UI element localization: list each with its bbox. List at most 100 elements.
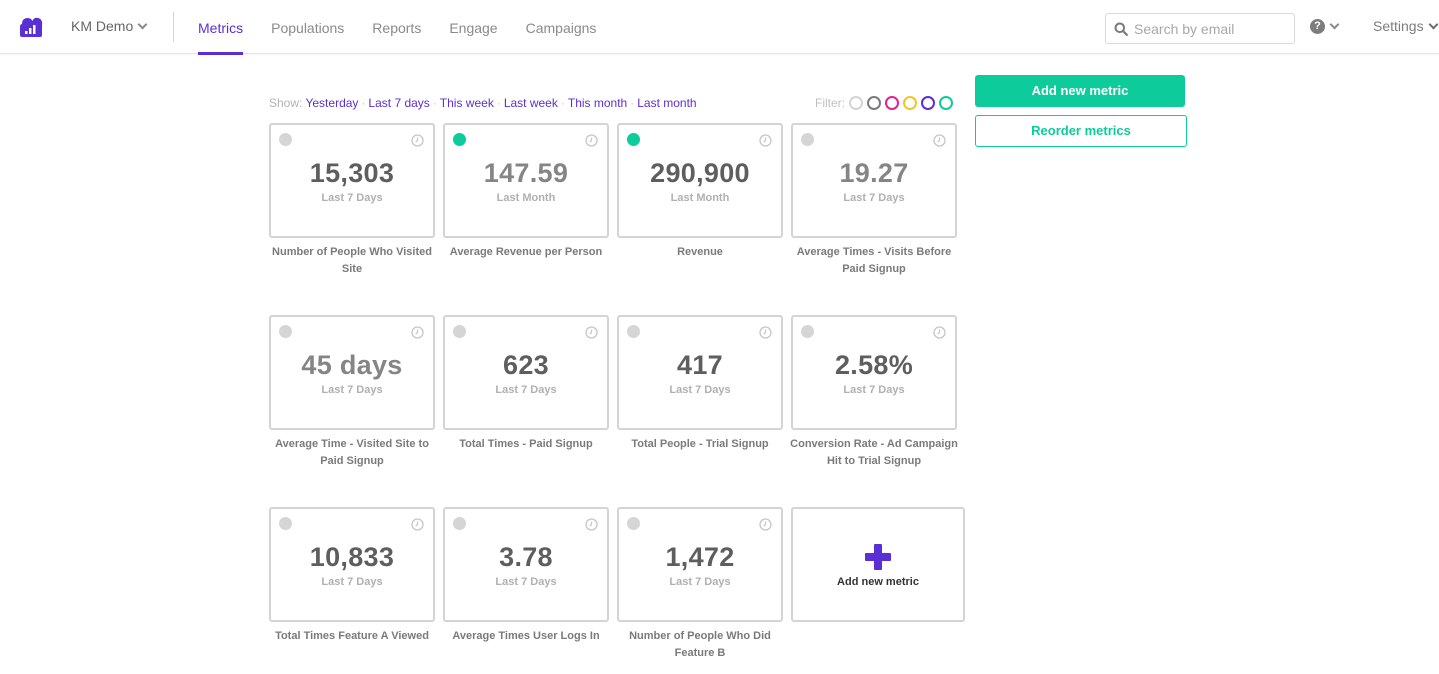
filter-green[interactable]	[939, 96, 953, 110]
filter-yellow[interactable]	[903, 96, 917, 110]
clock-icon[interactable]	[585, 134, 598, 147]
clock-icon[interactable]	[933, 134, 946, 147]
metric-value: 19.27	[839, 158, 909, 188]
settings-menu[interactable]: Settings	[1373, 18, 1439, 34]
plus-icon	[865, 544, 891, 570]
help-menu[interactable]: ?	[1310, 19, 1340, 34]
search-icon	[1114, 22, 1128, 36]
chevron-down-icon	[137, 19, 148, 29]
metric-value: 1,472	[665, 542, 735, 572]
clock-icon[interactable]	[411, 518, 424, 531]
metric-period: Last 7 Days	[495, 576, 557, 588]
metric-value: 290,900	[650, 158, 750, 188]
filter-gray-light[interactable]	[849, 96, 863, 110]
status-dot-icon[interactable]	[627, 517, 640, 530]
status-dot-icon[interactable]	[453, 325, 466, 338]
separator: ·	[630, 96, 635, 110]
metric-value: 147.59	[483, 158, 569, 188]
app-logo-icon[interactable]	[18, 16, 44, 38]
nav-tab-campaigns[interactable]: Campaigns	[526, 0, 597, 54]
metric-value: 10,833	[309, 542, 395, 572]
range-last-week[interactable]: Last week	[504, 96, 558, 110]
metric-name: Revenue	[677, 246, 723, 258]
top-navbar: KM Demo Metrics Populations Reports Enga…	[0, 0, 1439, 55]
clock-icon[interactable]	[759, 134, 772, 147]
separator: ·	[560, 96, 565, 110]
range-last-7-days[interactable]: Last 7 days	[368, 96, 429, 110]
clock-icon[interactable]	[411, 326, 424, 339]
metric-period: Last 7 Days	[321, 384, 383, 396]
add-metric-card-label: Add new metric	[837, 576, 919, 588]
metric-name: Average Times User Logs In	[452, 630, 600, 642]
status-dot-icon[interactable]	[279, 325, 292, 338]
question-circle-icon: ?	[1310, 19, 1325, 34]
clock-icon[interactable]	[585, 326, 598, 339]
metric-card[interactable]: 45 days Last 7 Days	[269, 315, 435, 430]
nav-tab-engage[interactable]: Engage	[449, 0, 497, 54]
add-new-metric-button[interactable]: Add new metric	[975, 75, 1185, 107]
nav-tab-populations[interactable]: Populations	[271, 0, 344, 54]
metric-value: 3.78	[499, 542, 553, 572]
metric-name: Number of People Who Visited Site	[272, 246, 432, 275]
separator: ·	[361, 96, 366, 110]
range-this-month[interactable]: This month	[568, 96, 627, 110]
metric-card[interactable]: 290,900 Last Month	[617, 123, 783, 238]
status-dot-icon[interactable]	[801, 325, 814, 338]
metric-name: Average Times - Visits Before Paid Signu…	[796, 246, 952, 275]
clock-icon[interactable]	[759, 518, 772, 531]
chevron-down-icon	[1329, 19, 1340, 30]
metric-period: Last 7 Days	[495, 384, 557, 396]
metric-card[interactable]: 1,472 Last 7 Days	[617, 507, 783, 622]
metric-card[interactable]: 10,833 Last 7 Days	[269, 507, 435, 622]
show-label: Show:	[269, 96, 303, 110]
range-yesterday[interactable]: Yesterday	[305, 96, 358, 110]
nav-tab-metrics[interactable]: Metrics	[198, 0, 244, 55]
nav-tab-reports[interactable]: Reports	[372, 0, 421, 54]
metric-period: Last Month	[670, 192, 730, 204]
metric-period: Last 7 Days	[321, 192, 383, 204]
metric-card[interactable]: 19.27 Last 7 Days	[791, 123, 957, 238]
status-dot-icon[interactable]	[627, 325, 640, 338]
range-this-week[interactable]: This week	[440, 96, 494, 110]
metric-card[interactable]: 15,303 Last 7 Days	[269, 123, 435, 238]
metric-card[interactable]: 417 Last 7 Days	[617, 315, 783, 430]
status-dot-icon[interactable]	[627, 133, 640, 146]
search-box	[1105, 13, 1295, 44]
separator: ·	[496, 96, 501, 110]
reorder-metrics-button[interactable]: Reorder metrics	[975, 115, 1187, 147]
chevron-down-icon	[1428, 19, 1439, 29]
settings-label: Settings	[1373, 18, 1424, 34]
org-switcher[interactable]: KM Demo	[71, 18, 148, 34]
status-dot-icon[interactable]	[279, 517, 292, 530]
metric-period: Last Month	[496, 192, 556, 204]
metric-card[interactable]: 623 Last 7 Days	[443, 315, 609, 430]
metric-period: Last 7 Days	[669, 576, 731, 588]
clock-icon[interactable]	[585, 518, 598, 531]
metric-value: 45 days	[301, 350, 403, 380]
range-last-month[interactable]: Last month	[637, 96, 696, 110]
metric-card[interactable]: 147.59 Last Month	[443, 123, 609, 238]
filter-label: Filter:	[815, 96, 845, 110]
filter-gray-dark[interactable]	[867, 96, 881, 110]
metric-period: Last 7 Days	[321, 576, 383, 588]
filter-pink[interactable]	[885, 96, 899, 110]
filter-purple[interactable]	[921, 96, 935, 110]
metric-name: Total Times - Paid Signup	[459, 438, 593, 450]
metric-value: 15,303	[309, 158, 395, 188]
clock-icon[interactable]	[411, 134, 424, 147]
clock-icon[interactable]	[933, 326, 946, 339]
status-dot-icon[interactable]	[279, 133, 292, 146]
metric-card[interactable]: 2.58% Last 7 Days	[791, 315, 957, 430]
org-name: KM Demo	[71, 18, 134, 34]
status-dot-icon[interactable]	[453, 517, 466, 530]
metric-period: Last 7 Days	[843, 384, 905, 396]
add-metric-card[interactable]: Add new metric	[791, 507, 965, 622]
metric-period: Last 7 Days	[843, 192, 905, 204]
status-dot-icon[interactable]	[453, 133, 466, 146]
clock-icon[interactable]	[759, 326, 772, 339]
search-email-input[interactable]	[1134, 20, 1284, 37]
metric-card[interactable]: 3.78 Last 7 Days	[443, 507, 609, 622]
metric-name: Average Revenue per Person	[449, 246, 603, 258]
metric-name: Total Times Feature A Viewed	[275, 630, 429, 642]
status-dot-icon[interactable]	[801, 133, 814, 146]
